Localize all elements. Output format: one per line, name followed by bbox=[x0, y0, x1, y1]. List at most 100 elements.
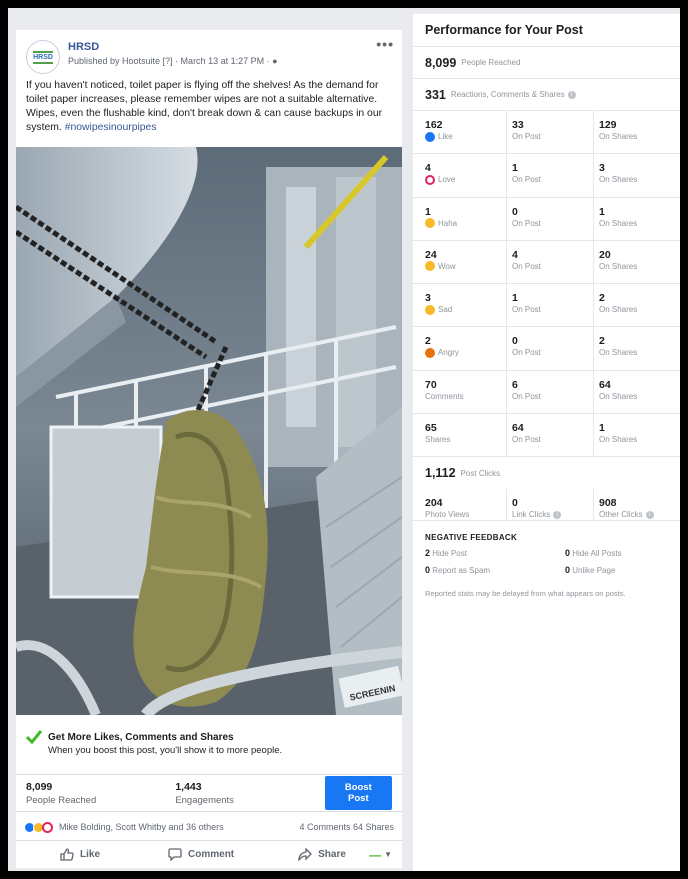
like-button[interactable]: Like bbox=[60, 848, 100, 861]
breakdown-row: 70 Comments 6 On Post 64 On Shares bbox=[413, 370, 680, 415]
promo-title: Get More Likes, Comments and Shares bbox=[48, 731, 234, 743]
like-total: 162 bbox=[425, 119, 443, 131]
audience-icon: — bbox=[369, 847, 382, 862]
haha-total: 1 bbox=[425, 205, 431, 218]
info-icon[interactable]: i bbox=[645, 510, 654, 519]
like-label: Like bbox=[80, 849, 101, 860]
screenshot-frame: HRSD HRSD Published by Hootsuite [?] · M… bbox=[8, 8, 680, 871]
performance-panel: Performance for Your Post 8,099 People R… bbox=[413, 14, 680, 871]
like-on-post: 33 bbox=[512, 119, 524, 131]
post-clicks-label: Post Clicks bbox=[460, 468, 501, 478]
on-shares-label: On Shares bbox=[599, 435, 638, 445]
page-logo[interactable]: HRSD bbox=[26, 40, 60, 74]
angry-on-post: 0 bbox=[512, 335, 518, 348]
on-shares-label: On Shares bbox=[599, 348, 638, 358]
reached-label: People Reached bbox=[461, 58, 521, 67]
haha-on-post: 0 bbox=[512, 205, 518, 218]
boost-promo: Get More Likes, Comments and Shares When… bbox=[16, 730, 402, 772]
info-icon[interactable]: i bbox=[553, 510, 562, 519]
breakdown-row: 4 Love 1 On Post 3 On Shares bbox=[413, 154, 680, 198]
page-name-link[interactable]: HRSD bbox=[68, 41, 278, 53]
on-shares-label: On Shares bbox=[599, 305, 638, 315]
on-shares-label: On Shares bbox=[599, 261, 638, 271]
comments-on-shares: 64 bbox=[599, 378, 611, 391]
on-shares-label: On Shares bbox=[599, 175, 638, 185]
love-total: 4 bbox=[425, 162, 431, 175]
hide-all-count: 0 bbox=[565, 548, 571, 559]
haha-icon bbox=[425, 218, 435, 229]
engagement-count: 331 bbox=[425, 87, 446, 102]
sad-row-label: Sad bbox=[438, 305, 453, 315]
breakdown-row: 2 Angry 0 On Post 2 On Shares bbox=[413, 327, 680, 371]
post-clicks-count: 1,112 bbox=[425, 466, 456, 481]
love-row-label: Love bbox=[438, 175, 456, 185]
wow-row-label: Wow bbox=[438, 261, 456, 271]
on-post-label: On Post bbox=[512, 305, 541, 315]
hashtag-link[interactable]: #nowipesinourpipes bbox=[65, 122, 157, 133]
on-shares-label: On Shares bbox=[599, 132, 638, 141]
breakdown-row: 65 Shares 64 On Post 1 On Shares bbox=[413, 414, 680, 458]
comment-icon bbox=[168, 848, 182, 861]
on-post-label: On Post bbox=[512, 348, 541, 358]
spam-label: Report as Spam bbox=[432, 566, 491, 576]
post-header: HRSD HRSD Published by Hootsuite [?] · M… bbox=[16, 30, 402, 75]
shares-row-label: Shares bbox=[425, 435, 451, 445]
share-icon bbox=[298, 848, 313, 861]
clicks-breakdown: 204 Photo Views 0 Link Clicks i 908 Other Cl… bbox=[413, 489, 680, 522]
reached-line: 8,099 People Reached bbox=[413, 47, 680, 79]
comments-on-post: 6 bbox=[512, 378, 518, 391]
share-button[interactable]: Share bbox=[298, 848, 346, 861]
comment-button[interactable]: Comment bbox=[168, 848, 234, 861]
breakdown-row: 162 Like 33 On Post 129 On Shares bbox=[413, 111, 680, 155]
negative-feedback-title: NEGATIVE FEEDBACK bbox=[425, 533, 518, 543]
on-post-label: On Post bbox=[512, 218, 541, 228]
post-card: HRSD HRSD Published by Hootsuite [?] · M… bbox=[16, 30, 402, 868]
post-clicks-line: 1,112 Post Clicks bbox=[413, 457, 680, 489]
other-clicks-count: 908 bbox=[599, 497, 617, 510]
post-text: If you haven't noticed, toilet paper is … bbox=[16, 75, 402, 147]
wow-on-shares: 20 bbox=[599, 248, 611, 261]
people-reached-label: People Reached bbox=[26, 794, 97, 806]
comment-share-counts[interactable]: 4 Comments 64 Shares bbox=[299, 822, 394, 832]
more-options-button[interactable]: ••• bbox=[376, 36, 394, 52]
sad-on-shares: 2 bbox=[599, 292, 605, 305]
hide-post-count: 2 bbox=[425, 548, 431, 559]
love-reaction-icon bbox=[42, 821, 53, 833]
like-row-label: Like bbox=[438, 132, 453, 141]
boost-post-button[interactable]: Boost Post bbox=[324, 776, 392, 810]
angry-on-shares: 2 bbox=[599, 335, 605, 348]
on-post-label: On Post bbox=[512, 435, 541, 445]
engagements-label: Engagements bbox=[175, 794, 234, 806]
reactions-summary[interactable]: Mike Bolding, Scott Whitby and 36 others… bbox=[16, 816, 402, 838]
post-meta: Published by Hootsuite [?] · March 13 at… bbox=[68, 56, 278, 66]
wow-icon bbox=[425, 261, 435, 272]
comments-row-label: Comments bbox=[425, 391, 464, 401]
post-action-bar: Like Comment Share — ▼ bbox=[16, 840, 402, 868]
comment-label: Comment bbox=[188, 849, 235, 860]
love-on-post: 1 bbox=[512, 162, 518, 175]
hide-post-label: Hide Post bbox=[432, 549, 467, 559]
info-icon[interactable]: i bbox=[567, 90, 576, 99]
photo-illustration: SCREENIN bbox=[16, 147, 402, 715]
negative-feedback: 2 Hide Post 0 Hide All Posts 0 Report as… bbox=[413, 542, 680, 575]
photo-views-count: 204 bbox=[425, 497, 443, 510]
reaction-names[interactable]: Mike Bolding, Scott Whitby and 36 others bbox=[59, 822, 224, 832]
breakdown-row: 3 Sad 1 On Post 2 On Shares bbox=[413, 284, 680, 328]
post-photo[interactable]: SCREENIN bbox=[16, 147, 402, 715]
on-post-label: On Post bbox=[512, 261, 541, 271]
performance-title: Performance for Your Post bbox=[413, 14, 680, 47]
angry-icon bbox=[425, 347, 435, 358]
people-reached-count: 8,099 bbox=[26, 780, 53, 793]
like-icon bbox=[425, 131, 435, 142]
post-stats: 8,099 People Reached 1,443 Engagements B… bbox=[16, 774, 402, 812]
stats-delay-note: Reported stats may be delayed from what … bbox=[425, 589, 626, 599]
audience-selector[interactable]: — ▼ bbox=[369, 848, 392, 862]
engagement-line: 331 Reactions, Comments & Shares i bbox=[413, 79, 680, 111]
engagements-count: 1,443 bbox=[175, 780, 202, 793]
logo-text: HRSD bbox=[33, 50, 53, 64]
link-clicks-count: 0 bbox=[512, 497, 518, 510]
shares-total: 65 bbox=[425, 422, 437, 435]
wow-total: 24 bbox=[425, 248, 437, 261]
haha-on-shares: 1 bbox=[599, 205, 605, 218]
sad-on-post: 1 bbox=[512, 292, 518, 305]
